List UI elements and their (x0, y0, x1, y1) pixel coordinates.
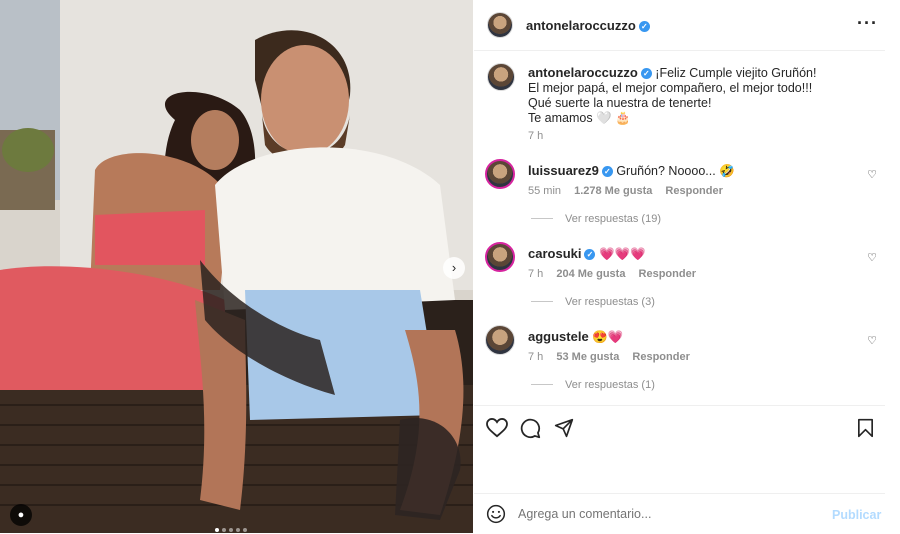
comment-like-icon[interactable]: ♡ (867, 334, 877, 347)
verified-icon: ✓ (638, 21, 650, 32)
comment-likes[interactable]: 1.278 Me gusta (574, 185, 652, 197)
carousel-dot (236, 528, 240, 532)
comment-input[interactable] (518, 505, 808, 523)
caption-username[interactable]: antonelaroccuzzo (528, 65, 638, 80)
carousel-dots (215, 519, 250, 533)
comment-like-icon[interactable]: ♡ (867, 168, 877, 181)
comment: aggustele 😍💗 7 h 53 Me gusta Responder ♡… (474, 321, 885, 401)
carousel-dot (215, 528, 219, 532)
comment-time[interactable]: 7 h (528, 268, 543, 280)
caption-line: Qué suerte la nuestra de tenerte! (528, 96, 712, 110)
reply-button[interactable]: Responder (665, 185, 722, 197)
reply-button[interactable]: Responder (639, 268, 696, 280)
caption-line: Te amamos (528, 111, 593, 125)
view-replies-button[interactable]: Ver respuestas (3) (565, 296, 655, 308)
replies-divider (531, 301, 553, 302)
post-photo[interactable]: › ● (0, 0, 473, 533)
caption-line: El mejor papá, el mejor compañero, el me… (528, 81, 813, 95)
comment-text: Gruñón? Noooo... (616, 164, 716, 178)
comment-emoji: 🤣 (719, 164, 735, 178)
view-replies-button[interactable]: Ver respuestas (1) (565, 379, 655, 391)
commenter-avatar[interactable] (485, 325, 515, 355)
reply-button[interactable]: Responder (632, 351, 689, 363)
tagged-user-icon[interactable]: ● (10, 504, 32, 526)
comment-bubble-icon[interactable] (520, 418, 541, 439)
comment-time[interactable]: 7 h (528, 351, 543, 363)
post-header: antonelaroccuzzo ✓ ··· (474, 0, 885, 51)
commenter-username[interactable]: luissuarez9 (528, 163, 599, 178)
commenter-avatar[interactable] (485, 159, 515, 189)
carousel-next-button[interactable]: › (443, 257, 465, 279)
comment-emoji: 💗💗💗 (598, 247, 646, 261)
comment-like-icon[interactable]: ♡ (867, 251, 877, 264)
verified-icon: ✓ (584, 249, 596, 260)
photo-illustration (0, 0, 473, 533)
commenter-username[interactable]: aggustele (528, 329, 589, 344)
comment-emoji: 😍💗 (592, 330, 624, 344)
commenter-username[interactable]: carosuki (528, 246, 581, 261)
carousel-dot (243, 528, 247, 532)
carousel-dot (229, 528, 233, 532)
verified-icon: ✓ (640, 68, 652, 79)
view-replies-button[interactable]: Ver respuestas (19) (565, 213, 661, 225)
like-heart-icon[interactable] (486, 418, 508, 438)
post-caption: antonelaroccuzzo ✓ ¡Feliz Cumple viejito … (528, 65, 868, 126)
action-bar (474, 405, 885, 448)
author-username[interactable]: antonelaroccuzzo (526, 18, 636, 33)
comment-time[interactable]: 55 min (528, 185, 561, 197)
post-sidebar: antonelaroccuzzo ✓ ··· antonelaroccuzzo ✓ … (474, 0, 885, 533)
comment: carosuki ✓ 💗💗💗 7 h 204 Me gusta Responder… (474, 238, 885, 318)
comment-composer: Publicar (474, 493, 885, 534)
right-gutter (885, 0, 900, 533)
caption-emoji: 🤍 🎂 (596, 111, 631, 125)
more-options-icon[interactable]: ··· (857, 13, 878, 34)
comment: luissuarez9 ✓ Gruñón? Noooo... 🤣 55 min 1… (474, 155, 885, 235)
caption-line: ¡Feliz Cumple viejito Gruñón! (655, 66, 817, 80)
carousel-dot (222, 528, 226, 532)
share-paper-plane-icon[interactable] (554, 418, 574, 438)
comment-likes[interactable]: 204 Me gusta (556, 268, 625, 280)
verified-icon: ✓ (601, 166, 613, 177)
post-time[interactable]: 7 h (528, 130, 543, 142)
caption-avatar[interactable] (487, 63, 515, 91)
publish-button[interactable]: Publicar (832, 508, 881, 522)
replies-divider (531, 384, 553, 385)
emoji-picker-icon[interactable] (486, 504, 506, 524)
save-bookmark-icon[interactable] (857, 418, 874, 438)
replies-divider (531, 218, 553, 219)
comment-likes[interactable]: 53 Me gusta (556, 351, 619, 363)
commenter-avatar[interactable] (485, 242, 515, 272)
author-avatar[interactable] (487, 12, 513, 38)
